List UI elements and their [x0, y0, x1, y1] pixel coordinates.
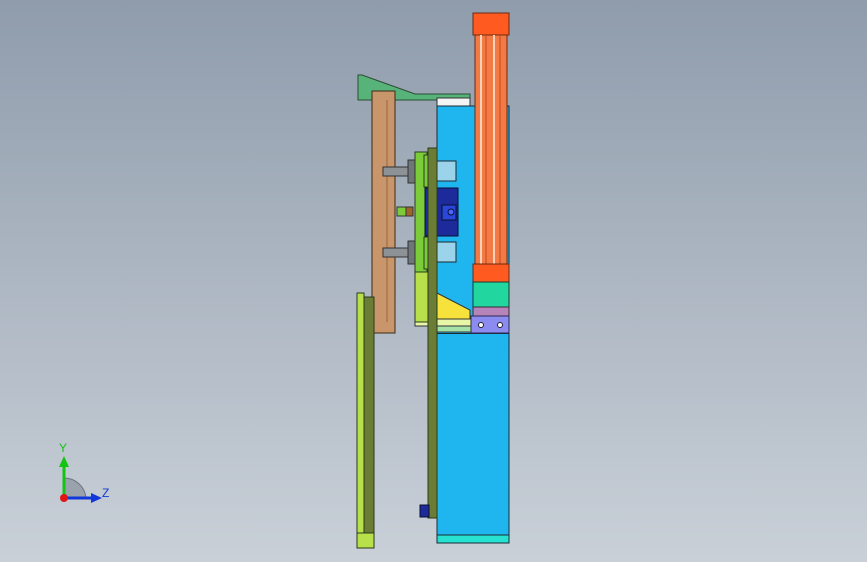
base-plate[interactable]: [436, 534, 510, 544]
clamp-screw: [447, 208, 455, 216]
upper-bushing[interactable]: [435, 160, 457, 182]
bracket-bolt-left: [478, 322, 484, 328]
guide-plate-dark-right[interactable]: [427, 147, 438, 519]
cylinder-barrel[interactable]: [474, 34, 508, 266]
cylinder-top-cap[interactable]: [472, 12, 510, 36]
y-axis-arrow: [59, 456, 69, 467]
bottom-stop-block[interactable]: [419, 504, 430, 518]
wood-arm[interactable]: [371, 90, 396, 334]
cylinder-mount-block[interactable]: [472, 281, 510, 308]
mount-bracket[interactable]: [470, 315, 510, 334]
guide-plate-foot[interactable]: [356, 532, 375, 549]
guide-plate-light-left[interactable]: [356, 292, 365, 534]
guide-plate-dark-left[interactable]: [363, 296, 375, 534]
z-axis-arrow: [91, 493, 102, 503]
assembly-side-view[interactable]: [0, 0, 867, 562]
cylinder-bottom-cap[interactable]: [472, 263, 510, 283]
bracket-bolt-right: [497, 322, 503, 328]
guide-plate-light-right[interactable]: [414, 271, 429, 323]
triad-arc: [63, 477, 87, 499]
lower-bushing[interactable]: [435, 241, 457, 263]
cylinder-flange[interactable]: [472, 306, 510, 317]
y-axis-label: Y: [59, 441, 68, 455]
triad-graphic: [59, 456, 102, 503]
z-axis-label: Z: [102, 486, 110, 500]
top-bracket-cap[interactable]: [436, 97, 471, 107]
wood-arm-edge: [386, 100, 388, 322]
x-axis-origin: [60, 494, 68, 502]
axis-triad: Y Z: [40, 440, 130, 520]
cad-viewport[interactable]: Y Z: [0, 0, 867, 562]
center-pin-nut: [405, 206, 414, 217]
